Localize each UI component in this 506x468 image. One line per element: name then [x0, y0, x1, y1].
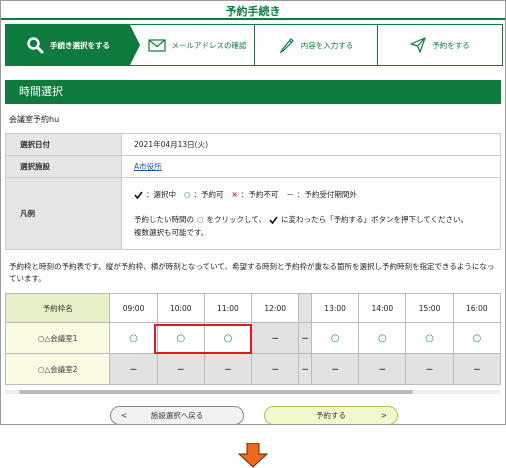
- envelope-icon: [147, 38, 166, 52]
- slot-cell: －: [251, 353, 300, 385]
- step-label: 予約をする: [432, 40, 470, 50]
- slot-cell: －: [156, 353, 205, 385]
- facility-label: 選択施設: [5, 155, 122, 178]
- instruction-part-b: をクリックして、: [206, 215, 266, 224]
- selection-highlight: [154, 324, 252, 354]
- time-header: 10:00: [156, 293, 205, 323]
- scrollbar-thumb[interactable]: [19, 390, 413, 394]
- step-label: 内容を入力する: [300, 40, 354, 50]
- legend-unavailable-mark: ×: [231, 190, 238, 199]
- date-label: 選択日付: [5, 133, 122, 156]
- back-button-label: 施設選択へ戻る: [150, 411, 204, 420]
- time-grid: 予約枠名 09:00 10:00 11:00 12:00 13:00 14:00…: [5, 293, 501, 385]
- slot-cell: －: [251, 322, 300, 354]
- slot-cell[interactable]: ○: [452, 322, 501, 354]
- instruction-available-mark: ○: [197, 215, 204, 224]
- facility-name: 会議室予約hu: [9, 115, 60, 124]
- slot-cell: －: [298, 322, 312, 354]
- slot-cell: －: [452, 353, 501, 385]
- time-header: 12:00: [251, 293, 300, 323]
- grid-gap: [298, 293, 312, 323]
- table-row: ○△会議室2 － － － － － － － － －: [5, 353, 501, 385]
- grid-header-name: 予約枠名: [5, 293, 111, 323]
- legend-available-mark: ○: [184, 190, 191, 199]
- step-progress: 手続き選択をする メールアドレスの確認 内容を入力する 予約をする: [5, 24, 503, 66]
- step-label: 手続き選択をする: [50, 40, 110, 50]
- step-reserve: 予約をする: [378, 25, 502, 65]
- time-grid-container[interactable]: 予約枠名 09:00 10:00 11:00 12:00 13:00 14:00…: [5, 293, 501, 389]
- reserve-button[interactable]: 予約する >: [264, 406, 398, 424]
- slot-cell: －: [298, 353, 312, 385]
- slot-cell[interactable]: ○: [358, 322, 407, 354]
- search-icon: [27, 37, 44, 54]
- table-row: ○△会議室1 ○ ○ ○ － － ○ ○ ○ ○: [5, 322, 501, 354]
- instruction-part-c: に変わったら「予約する」ボタンを押下してください。: [280, 215, 469, 224]
- slot-cell: －: [109, 353, 158, 385]
- arrow-down-icon: [238, 443, 268, 468]
- slot-cell[interactable]: ○: [405, 322, 454, 354]
- time-header: 09:00: [109, 293, 158, 323]
- time-header: 16:00: [452, 293, 501, 323]
- horizontal-scrollbar[interactable]: [5, 390, 501, 394]
- checkmark-icon: [269, 216, 278, 224]
- legend-outside-mark: －: [286, 190, 294, 199]
- slot-cell: －: [358, 353, 407, 385]
- slot-cell[interactable]: ○: [109, 322, 158, 354]
- facility-link[interactable]: A市役所: [134, 162, 162, 171]
- slot-cell[interactable]: ○: [310, 322, 360, 354]
- chevron-left-icon: <: [121, 411, 128, 420]
- legend-available: ：予約可: [193, 190, 224, 199]
- step-label: メールアドレスの確認: [171, 40, 247, 50]
- selection-info-table: 選択日付 2021年04月13日(火) 選択施設 A市役所 凡例 ：選択中 ○ …: [5, 133, 501, 250]
- legend-label: 凡例: [5, 177, 122, 250]
- reservation-page: 予約手続き 手続き選択をする メールアドレスの確認 内容を入力する 予約をする …: [0, 0, 506, 425]
- time-header: 11:00: [203, 293, 253, 323]
- grid-header-row: 予約枠名 09:00 10:00 11:00 12:00 13:00 14:00…: [5, 293, 501, 323]
- slot-cell: －: [203, 353, 253, 385]
- legend: ：選択中 ○ ：予約可 × ：予約不可 － ：予約受付期間外 予約したい時間の …: [121, 177, 501, 250]
- legend-unavailable: ：予約不可: [240, 190, 279, 199]
- legend-selected: ：選択中: [146, 190, 176, 199]
- title-divider: [1, 18, 505, 20]
- step-select-procedure: 手続き選択をする: [6, 25, 140, 65]
- back-to-facility-button[interactable]: < 施設選択へ戻る: [110, 406, 244, 424]
- time-header: 14:00: [358, 293, 407, 323]
- instruction-part-a: 予約したい時間の: [134, 215, 194, 224]
- pencil-icon: [279, 38, 294, 53]
- instruction-multi: 複数選択も可能です。: [134, 228, 209, 237]
- page-title: 予約手続き: [225, 5, 281, 18]
- room-name: ○△会議室2: [5, 353, 111, 385]
- paper-plane-icon: [410, 37, 426, 53]
- time-header: 15:00: [405, 293, 454, 323]
- section-title: 時間選択: [5, 80, 501, 104]
- reserve-button-label: 予約する: [316, 411, 346, 420]
- time-header: 13:00: [310, 293, 360, 323]
- room-name: ○△会議室1: [5, 322, 111, 354]
- slot-cell: －: [310, 353, 360, 385]
- chevron-right-icon: >: [380, 411, 387, 420]
- slot-cell: －: [405, 353, 454, 385]
- legend-outside: ：予約受付期間外: [296, 190, 357, 199]
- step-enter-details: 内容を入力する: [255, 25, 377, 65]
- date-value: 2021年04月13日(火): [121, 133, 501, 156]
- table-description: 予約枠と時刻の予約表です。縦が予約枠、横が時刻となっていて、希望する時刻と予約枠…: [9, 262, 495, 283]
- checkmark-icon: [134, 191, 143, 199]
- step-email-confirm: メールアドレスの確認: [140, 25, 254, 65]
